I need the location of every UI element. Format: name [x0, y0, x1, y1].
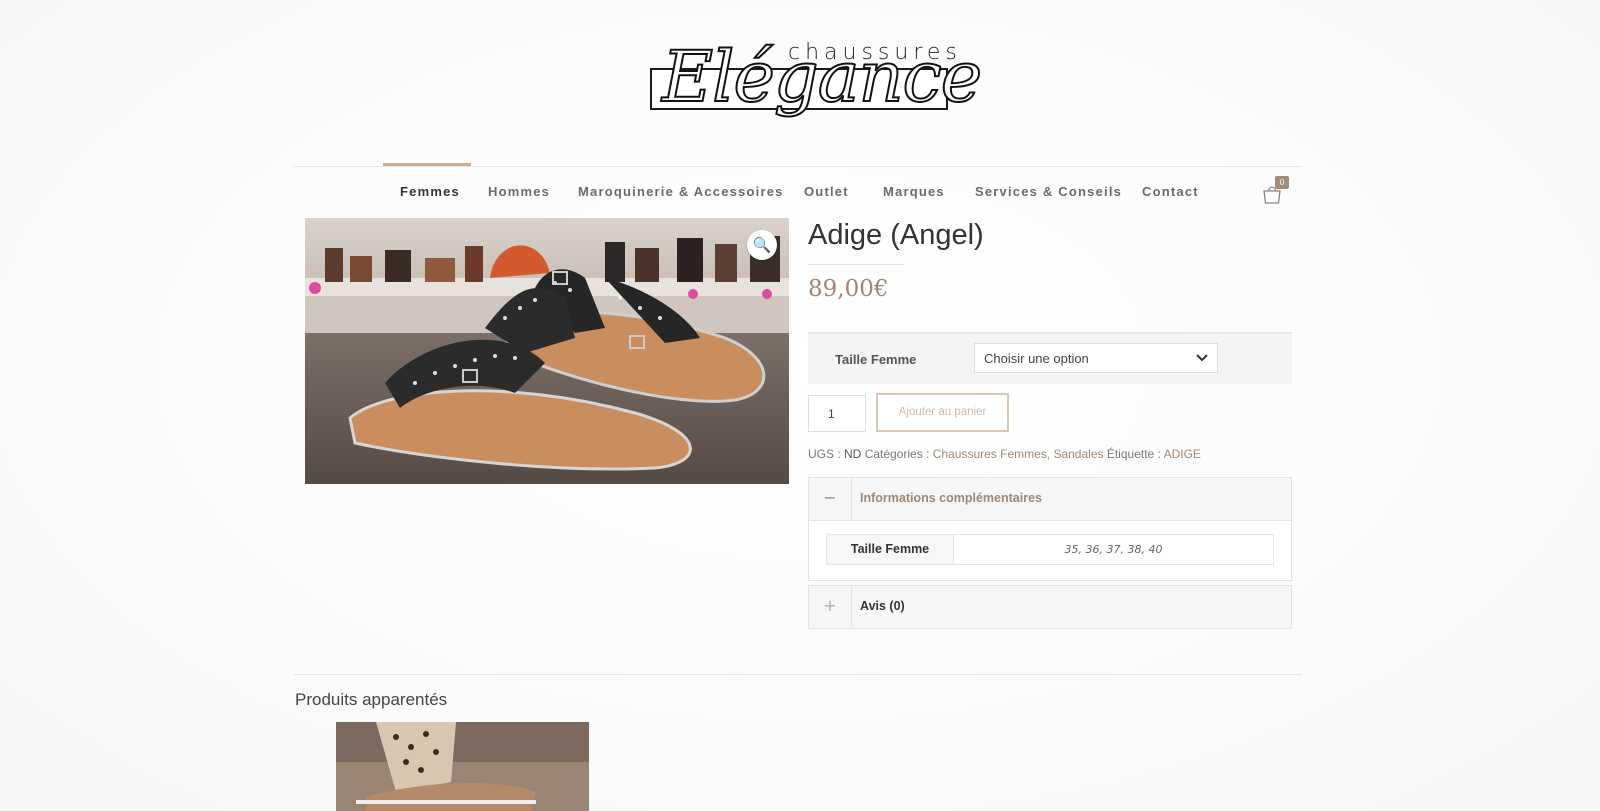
quantity-input[interactable]: 1 [808, 395, 866, 432]
size-select-value: Choisir une option [984, 351, 1089, 366]
product-photo [305, 218, 789, 484]
product-price: 89,00€ [808, 276, 889, 302]
title-separator [808, 264, 904, 265]
related-product-image[interactable] [336, 722, 589, 811]
accordion-reviews: + Avis (0) [808, 585, 1292, 629]
cart-count-badge: 0 [1275, 176, 1289, 189]
magnifier-icon: 🔍 [752, 236, 772, 254]
collapse-icon[interactable]: − [809, 478, 852, 520]
accordion-info-body: Taille Femme 35, 36, 37, 38, 40 [809, 520, 1291, 580]
attribute-value: 35, 36, 37, 38, 40 [1064, 543, 1163, 556]
categories-label: Catégories : [864, 447, 930, 461]
accordion-reviews-title[interactable]: Avis (0) [860, 599, 905, 613]
add-to-cart-button[interactable]: Ajouter au panier [876, 393, 1009, 432]
product-image[interactable]: 🔍 [305, 218, 789, 484]
nav-item-outlet[interactable]: Outlet [804, 184, 849, 199]
zoom-button[interactable]: 🔍 [747, 230, 777, 260]
logo-script-text: Elégance [661, 36, 983, 118]
main-nav: Femmes Hommes Maroquinerie & Accessoires… [294, 166, 1302, 220]
tag-label: Étiquette : [1106, 447, 1161, 461]
accordion-info-header[interactable]: − Informations complémentaires [809, 478, 1291, 520]
accordion-reviews-header[interactable]: + Avis (0) [809, 586, 1291, 628]
sku-label: UGS : [808, 447, 841, 461]
site-logo[interactable]: chaussures Elégance [648, 24, 983, 140]
chevron-down-icon [1196, 354, 1208, 362]
nav-item-hommes[interactable]: Hommes [488, 184, 550, 199]
nav-item-marques[interactable]: Marques [883, 184, 945, 199]
product-title: Adige (Angel) [808, 219, 984, 251]
size-select[interactable]: Choisir une option [974, 343, 1218, 373]
nav-item-femmes[interactable]: Femmes [400, 184, 460, 199]
product-meta: UGS : ND Catégories : Chaussures Femmes,… [808, 447, 1201, 461]
sku-value: ND [844, 447, 862, 461]
tag-link[interactable]: ADIGE [1164, 447, 1201, 461]
nav-item-maroquinerie[interactable]: Maroquinerie & Accessoires [578, 184, 784, 199]
attribute-name: Taille Femme [827, 535, 954, 564]
nav-item-contact[interactable]: Contact [1142, 184, 1199, 199]
variation-label: Taille Femme [835, 352, 917, 367]
accordion-info-title[interactable]: Informations complémentaires [860, 491, 1042, 505]
attributes-table: Taille Femme 35, 36, 37, 38, 40 [826, 534, 1274, 565]
expand-icon[interactable]: + [809, 586, 852, 628]
accordion-info: − Informations complémentaires Taille Fe… [808, 477, 1292, 581]
variations-row: Taille Femme Choisir une option [808, 332, 1292, 384]
related-divider [294, 674, 1302, 675]
nav-item-services[interactable]: Services & Conseils [975, 184, 1122, 199]
categories-link[interactable]: Chaussures Femmes, Sandales [933, 447, 1104, 461]
related-products-title: Produits apparentés [295, 690, 448, 709]
related-product-photo [336, 722, 589, 811]
cart-button[interactable]: 0 [1261, 176, 1291, 206]
